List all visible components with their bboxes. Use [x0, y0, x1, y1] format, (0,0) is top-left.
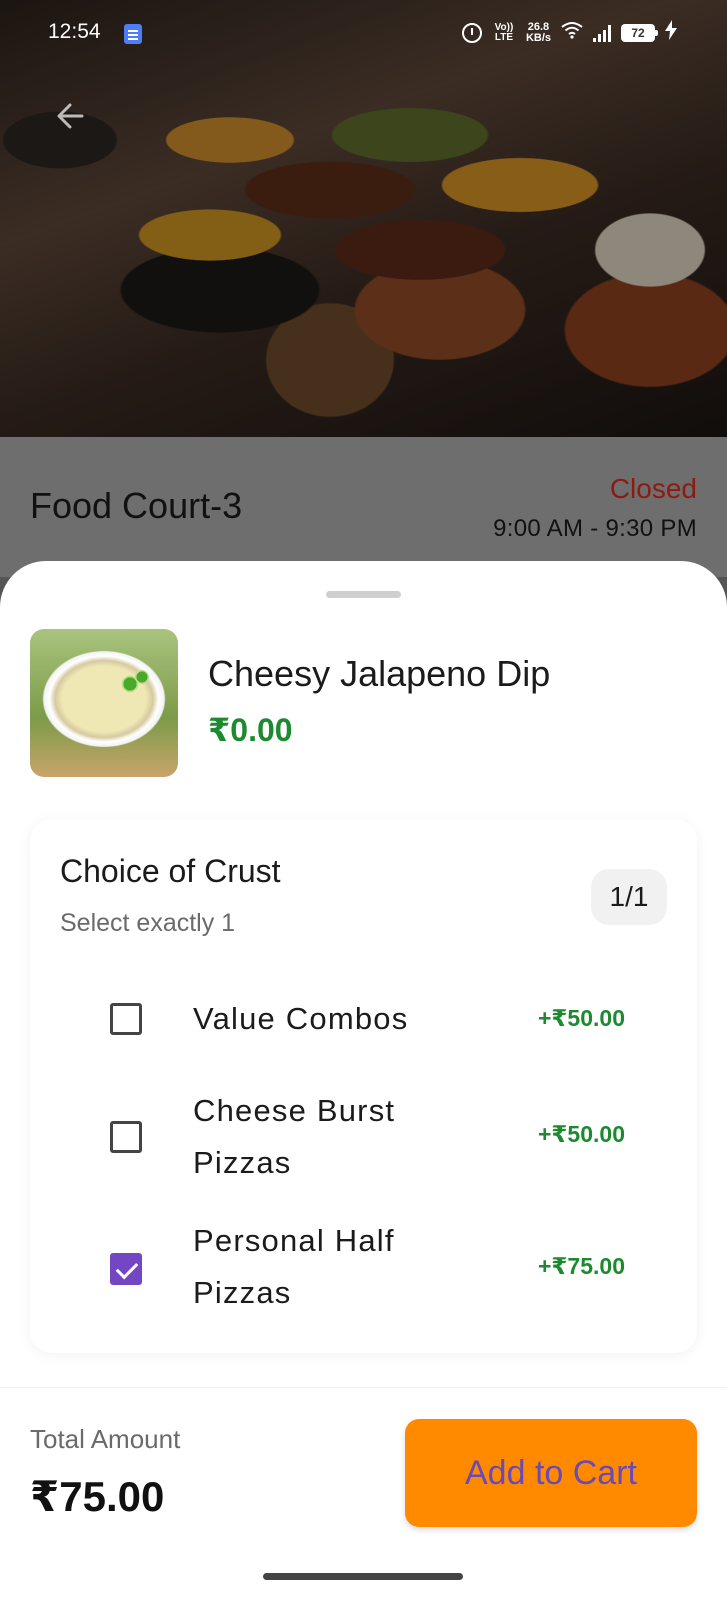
venue-info-bar: Food Court-3 Closed 9:00 AM - 9:30 PM	[0, 437, 727, 577]
sheet-drag-handle[interactable]	[326, 591, 401, 598]
venue-name: Food Court-3	[30, 485, 243, 526]
home-indicator[interactable]	[263, 1573, 463, 1580]
checkbox-icon[interactable]	[110, 1253, 142, 1285]
checkbox-icon[interactable]	[110, 1121, 142, 1153]
option-personal-half-pizzas[interactable]: Personal Half Pizzas +₹75.00	[30, 1211, 697, 1321]
choice-group-subtitle: Select exactly 1	[60, 909, 236, 937]
option-label: Value Combos	[193, 1001, 409, 1036]
option-price: +₹75.00	[538, 1253, 625, 1279]
checkbox-icon[interactable]	[110, 1003, 142, 1035]
option-label: Cheese Burst Pizzas	[193, 1093, 396, 1180]
item-price: ₹0.00	[208, 712, 293, 748]
choice-count-badge: 1/1	[591, 869, 667, 925]
total-amount-label: Total Amount	[30, 1424, 181, 1454]
alarm-icon	[461, 22, 482, 43]
total-amount-value: ₹75.00	[30, 1473, 165, 1520]
option-price: +₹50.00	[538, 1121, 625, 1147]
option-cheese-burst-pizzas[interactable]: Cheese Burst Pizzas +₹50.00	[30, 1081, 697, 1191]
network-speed-unit: KB/s	[525, 31, 551, 44]
item-thumbnail	[30, 629, 178, 777]
status-time: 12:54	[48, 20, 101, 43]
option-value-combos[interactable]: Value Combos +₹50.00	[30, 989, 697, 1049]
signal-icon	[593, 24, 611, 42]
choice-group-title: Choice of Crust	[60, 853, 281, 889]
doc-icon	[124, 24, 142, 44]
battery-icon: 72	[621, 23, 658, 42]
wifi-icon	[561, 21, 583, 44]
cart-footer: Total Amount ₹75.00 Add to Cart	[0, 1387, 727, 1600]
venue-status-badge: Closed	[609, 473, 697, 504]
status-bar: 12:54 Vo)) LTE 26.8 KB/s 72	[0, 0, 727, 66]
venue-hours: 9:00 AM - 9:30 PM	[493, 515, 697, 542]
item-name: Cheesy Jalapeno Dip	[208, 653, 551, 694]
back-arrow-icon[interactable]	[52, 98, 92, 138]
volte-icon: Vo)) LTE	[494, 21, 514, 43]
option-label: Personal Half Pizzas	[193, 1223, 395, 1310]
charging-bolt-icon	[665, 20, 677, 45]
choice-group-card: Choice of Crust Select exactly 1 1/1 Val…	[30, 819, 697, 1353]
add-to-cart-button[interactable]: Add to Cart	[405, 1419, 697, 1527]
status-icons: Vo)) LTE 26.8 KB/s 72	[461, 20, 677, 45]
network-speed: 26.8 KB/s	[525, 21, 551, 44]
option-price: +₹50.00	[538, 1005, 625, 1031]
